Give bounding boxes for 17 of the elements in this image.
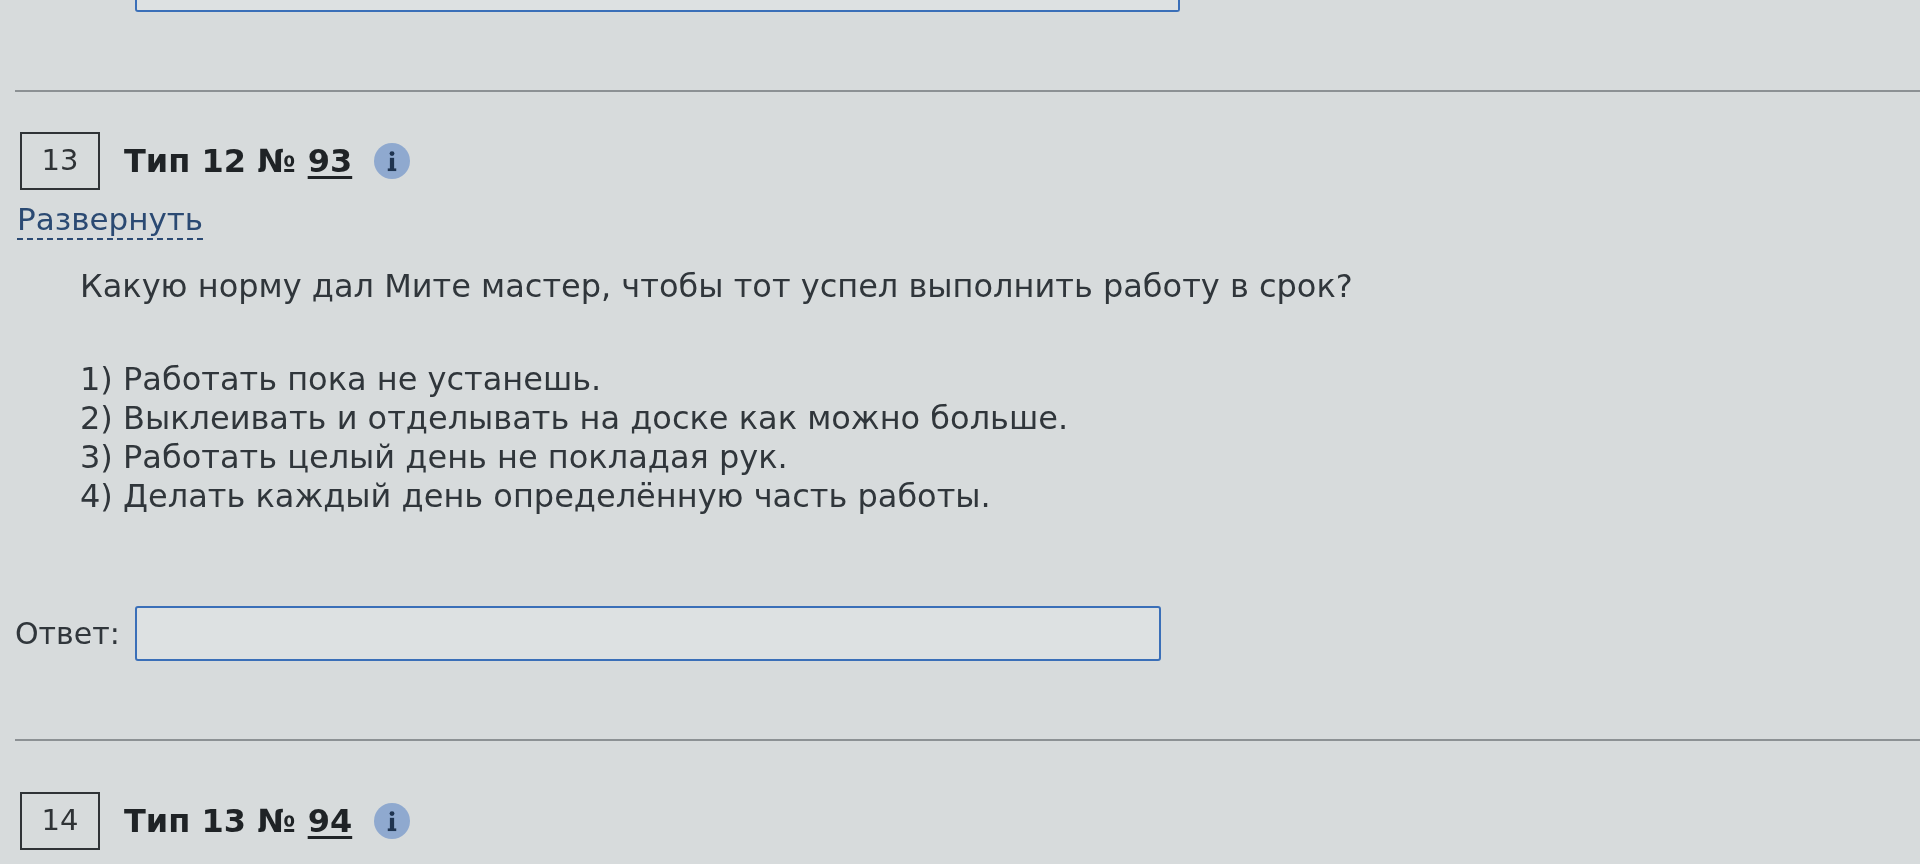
task-id-link[interactable]: 93 — [307, 137, 353, 185]
task-id-link[interactable]: 94 — [307, 797, 353, 845]
answer-field[interactable] — [135, 0, 1180, 12]
expand-link[interactable]: Развернуть — [17, 200, 204, 240]
answer-field[interactable] — [135, 606, 1161, 661]
task-number: 13 — [20, 132, 100, 190]
task-type: Тип 12 № — [124, 141, 296, 182]
task-number: 14 — [20, 792, 100, 850]
answer-option: 2) Выклеивать и отделывать на доске как можно больше. — [80, 399, 1920, 438]
answer-option: 3) Работать целый день не покладая рук. — [80, 438, 1920, 477]
task-type: Тип 13 № — [124, 801, 296, 842]
answer-option: 4) Делать каждый день определённую часть работы. — [80, 477, 1920, 516]
info-icon[interactable] — [374, 143, 411, 179]
answer-label: Ответ: — [15, 615, 121, 653]
answer-option: 1) Работать пока не устанешь. — [80, 360, 1920, 399]
question-text: Какую норму дал Мите мастер, чтобы тот успел выполнить работу в срок? — [80, 266, 1354, 307]
info-icon[interactable] — [374, 803, 411, 839]
